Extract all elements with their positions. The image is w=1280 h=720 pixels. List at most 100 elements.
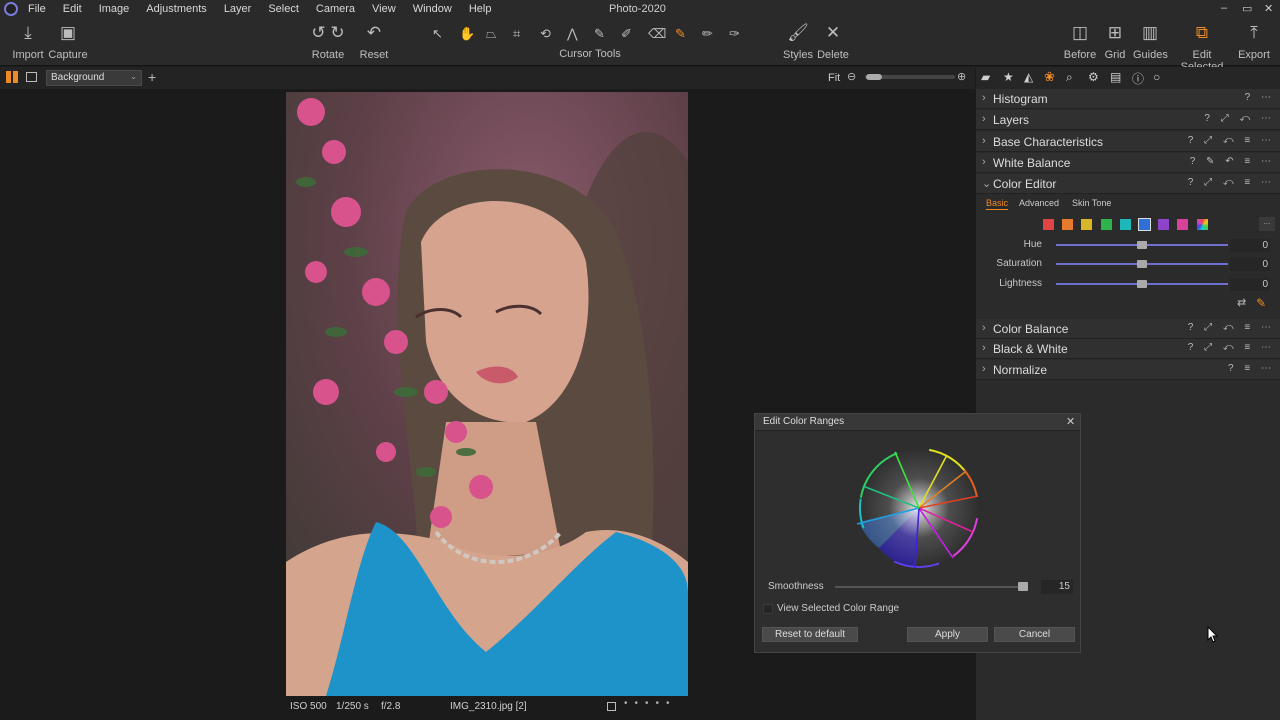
section-black-white[interactable]: › Black & White ? ⤢ ↶ ≡ ⋯ xyxy=(976,339,1280,359)
keystone-icon[interactable]: ⏢ xyxy=(486,26,496,42)
page-dots[interactable]: ••••• xyxy=(624,698,677,709)
chevron-right-icon: › xyxy=(982,322,986,334)
info-icon[interactable]: ⓘ xyxy=(1132,70,1144,87)
saturation-slider-knob[interactable] xyxy=(1137,260,1147,268)
color-swatch[interactable] xyxy=(1158,219,1170,230)
color-swatch[interactable] xyxy=(1081,219,1093,230)
section-title: Layers xyxy=(993,113,1030,127)
reset-to-default-button[interactable]: Reset to default xyxy=(762,627,858,642)
smoothness-value[interactable]: 15 xyxy=(1041,580,1073,594)
section-tools-icon[interactable]: ? ⤢ ↶ ≡ ⋯ xyxy=(1188,322,1275,333)
smoothness-slider-knob[interactable] xyxy=(1018,582,1029,591)
lightness-value[interactable]: 0 xyxy=(1230,278,1270,291)
zoom-slider-knob[interactable] xyxy=(866,74,882,80)
folder-icon[interactable]: ▰ xyxy=(981,70,990,84)
smoothness-label: Smoothness xyxy=(768,581,824,592)
cancel-button[interactable]: Cancel xyxy=(994,627,1075,642)
more-button[interactable]: ... xyxy=(1259,217,1275,231)
color-swatch[interactable] xyxy=(1043,219,1054,230)
tab-advanced[interactable]: Advanced xyxy=(1019,198,1059,208)
clipboard-icon[interactable]: ▤ xyxy=(1110,70,1121,84)
frame-icon[interactable] xyxy=(607,702,616,711)
section-layers[interactable]: › Layers ? ⤢ ↶ ⋯ xyxy=(976,110,1280,130)
gradient-icon[interactable]: ✏ xyxy=(702,26,713,42)
capture-button[interactable]: ▣ Capture xyxy=(48,22,88,61)
rotate-button[interactable]: ↺ ↻ Rotate xyxy=(310,22,346,61)
tab-skin-tone[interactable]: Skin Tone xyxy=(1072,198,1111,208)
color-swatch[interactable] xyxy=(1119,219,1131,230)
close-window-button[interactable]: ✕ xyxy=(1264,2,1273,15)
smoothness-slider[interactable] xyxy=(835,586,1027,588)
view-selected-checkbox[interactable] xyxy=(763,604,773,614)
section-tools-icon[interactable]: ? ⤢ ↶ ≡ ⋯ xyxy=(1188,177,1275,188)
hue-slider-knob[interactable] xyxy=(1137,241,1147,249)
saturation-value[interactable]: 0 xyxy=(1230,258,1270,271)
search-tab-icon[interactable]: ⌕ xyxy=(1066,70,1073,85)
zoom-out-icon[interactable]: ⊖ xyxy=(847,70,856,83)
import-button[interactable]: ⤓ Import xyxy=(12,22,44,61)
color-swatch[interactable] xyxy=(1062,219,1074,230)
pen-icon[interactable]: ✐ xyxy=(621,26,632,42)
section-color-balance[interactable]: › Color Balance ? ⤢ ↶ ≡ ⋯ xyxy=(976,319,1280,339)
select-cursor-icon[interactable]: ↖ xyxy=(432,26,443,42)
export-button[interactable]: ⤒ Export xyxy=(1237,22,1271,61)
star-icon[interactable]: ★ xyxy=(1003,70,1014,84)
before-button[interactable]: ◫ Before xyxy=(1063,22,1097,61)
before-after-icon: ◫ xyxy=(1071,23,1089,42)
layer-select[interactable]: Background ⌄ xyxy=(46,70,142,86)
zoom-in-icon[interactable]: ⊕ xyxy=(957,70,966,83)
apply-button[interactable]: Apply xyxy=(907,627,988,642)
before-label: Before xyxy=(1063,49,1097,61)
maximize-button[interactable]: ▭ xyxy=(1242,2,1252,15)
styles-button[interactable]: 🖌 Styles xyxy=(782,22,814,61)
viewer-bar: Background ⌄ + Fit ⊖ ⊕ xyxy=(0,67,975,89)
section-tools-icon[interactable]: ? ✎ ↶ ≡ ⋯ xyxy=(1190,156,1275,167)
section-tools-icon[interactable]: ? ⤢ ↶ ≡ ⋯ xyxy=(1188,135,1275,146)
section-tools-icon[interactable]: ? ≡ ⋯ xyxy=(1228,363,1275,374)
crop-icon[interactable]: ⌗ xyxy=(513,26,520,42)
section-tools-icon[interactable]: ? ⤢ ↶ ≡ ⋯ xyxy=(1188,342,1275,353)
section-base-characteristics[interactable]: › Base Characteristics ? ⤢ ↶ ≡ ⋯ xyxy=(976,132,1280,152)
section-histogram[interactable]: › Histogram ? ⋯ xyxy=(976,89,1280,109)
gear-icon[interactable]: ⚙ xyxy=(1088,70,1099,84)
dialog-close-button[interactable]: ✕ xyxy=(1066,415,1075,428)
swap-icon[interactable]: ⇄ xyxy=(1237,296,1246,309)
grid-view-icon[interactable] xyxy=(6,71,18,83)
tab-basic[interactable]: Basic xyxy=(986,198,1009,210)
minimize-button[interactable]: – xyxy=(1221,2,1227,14)
add-layer-icon[interactable]: + xyxy=(148,69,156,85)
color-swatch[interactable] xyxy=(1138,218,1151,231)
grid-button[interactable]: ⊞ Grid xyxy=(1101,22,1129,61)
camera-tab-icon[interactable]: ◭ xyxy=(1024,70,1033,84)
perspective-icon[interactable]: ⋀ xyxy=(567,26,578,42)
brush-icon[interactable]: ✎ xyxy=(594,26,605,42)
pan-hand-icon[interactable]: ✋ xyxy=(459,26,475,42)
color-swatch[interactable] xyxy=(1100,219,1112,230)
eraser-icon[interactable]: ⌫ xyxy=(648,26,666,42)
color-wheel[interactable] xyxy=(855,444,983,572)
hue-value[interactable]: 0 xyxy=(1230,239,1270,252)
chevron-down-icon: ⌄ xyxy=(130,72,137,81)
section-white-balance[interactable]: › White Balance ? ✎ ↶ ≡ ⋯ xyxy=(976,153,1280,173)
reset-button[interactable]: ↶ Reset xyxy=(358,22,390,61)
camera-icon: ▣ xyxy=(59,23,77,42)
heal-icon[interactable]: ✑ xyxy=(729,26,740,42)
color-picker-icon[interactable]: ✎ xyxy=(1256,296,1266,310)
straighten-icon[interactable]: ⟲ xyxy=(540,26,551,42)
all-colors-swatch[interactable] xyxy=(1197,219,1208,230)
delete-button[interactable]: ✕ Delete xyxy=(817,22,849,61)
single-view-icon[interactable] xyxy=(26,72,37,82)
section-color-editor[interactable]: ⌄ Color Editor ? ⤢ ↶ ≡ ⋯ xyxy=(976,174,1280,194)
zoom-fit-label[interactable]: Fit xyxy=(828,72,840,84)
section-tools-icon[interactable]: ? ⤢ ↶ ⋯ xyxy=(1204,113,1275,124)
color-picker-icon[interactable]: ✎ xyxy=(675,26,686,42)
lightness-slider-knob[interactable] xyxy=(1137,280,1147,288)
section-normalize[interactable]: › Normalize ? ≡ ⋯ xyxy=(976,360,1280,380)
photo-canvas[interactable] xyxy=(286,92,688,696)
guides-button[interactable]: ▥ Guides xyxy=(1133,22,1168,61)
color-swatch[interactable] xyxy=(1177,219,1189,230)
edit-selected-button[interactable]: ⧉Edit Selected xyxy=(1171,22,1233,73)
section-tools-icon[interactable]: ? ⋯ xyxy=(1245,92,1275,103)
circle-icon[interactable]: ○ xyxy=(1153,70,1160,84)
color-tab-icon[interactable]: ❀ xyxy=(1044,69,1055,85)
